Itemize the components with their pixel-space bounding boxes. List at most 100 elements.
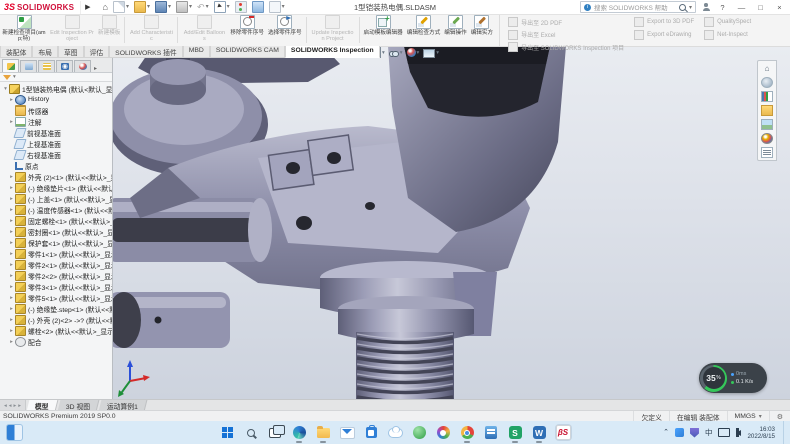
s-app[interactable]: S <box>508 425 523 440</box>
hide-show-items-button[interactable]: ▾ <box>389 49 403 57</box>
tab-layout[interactable]: 布局 <box>32 46 58 58</box>
file-explorer-tab[interactable] <box>761 105 773 116</box>
select-balloon-button[interactable]: 选择零件序号 <box>266 14 304 46</box>
tree-item-sensor-folder[interactable]: 传感器 <box>0 105 112 116</box>
add-edit-balloons-button[interactable]: Add/Edit Balloons <box>180 14 228 46</box>
file-explorer-app[interactable] <box>316 425 331 440</box>
start-button[interactable] <box>220 425 235 440</box>
export-2d-pdf-button[interactable]: 导出至 2D PDF <box>508 17 624 27</box>
tree-item-component[interactable]: ▸密封圈<1> (默认<<默认>_显示状态 <box>0 226 112 237</box>
minimize-button[interactable]: — <box>735 3 748 12</box>
display-manager-tab[interactable] <box>74 60 91 72</box>
onedrive-app[interactable] <box>388 425 403 440</box>
search-icon[interactable] <box>679 4 686 11</box>
custom-properties-tab[interactable] <box>761 147 773 158</box>
tree-item-component[interactable]: ▸保护套<1> (默认<<默认>_显示状态 <box>0 237 112 248</box>
graphics-viewport[interactable]: ▾ ↶ ▾ ▾ ▾ ▾ ▾ ▾ ⌂ 35% 0ms 0.1 K/s <box>0 46 790 399</box>
task-view-button[interactable] <box>268 425 283 440</box>
design-library-tab[interactable] <box>761 91 773 102</box>
mail-app[interactable] <box>340 425 355 440</box>
options-button[interactable]: ▾ <box>269 1 285 13</box>
tree-item-top-plane[interactable]: 上视基准面 <box>0 138 112 149</box>
tree-item-component[interactable]: ▸外壳 (2)<1> (默认<<默认>_显示状态 <box>0 171 112 182</box>
tree-item-component[interactable]: ▸(-) 绝缘垫片<1> (默认<<默认>_显 <box>0 182 112 193</box>
tab-solidworks-inspection[interactable]: SOLIDWORKS Inspection <box>285 46 380 58</box>
3d-model[interactable] <box>108 46 790 399</box>
add-characteristic-button[interactable]: Add Characteristic <box>127 14 175 46</box>
show-desktop-button[interactable] <box>783 421 786 444</box>
edit-appearance-button[interactable]: ▾ <box>407 48 420 57</box>
new-document-button[interactable]: ▾ <box>113 1 129 13</box>
tree-item-annotations[interactable]: ▸注解 <box>0 116 112 127</box>
tab-solidworks-cam[interactable]: SOLIDWORKS CAM <box>210 46 285 58</box>
store-app[interactable] <box>364 425 379 440</box>
remote-overlay-widget[interactable]: 35% 0ms 0.1 K/s <box>699 363 767 393</box>
clock[interactable]: 16:03 2022/8/15 <box>747 426 775 440</box>
export-inspection-project-button[interactable]: 导出至 SOLIDWORKS Inspection 项目 <box>508 42 624 52</box>
feature-manager-tab[interactable] <box>2 59 19 72</box>
tree-item-right-plane[interactable]: 右视基准面 <box>0 149 112 160</box>
reader-app[interactable] <box>484 425 499 440</box>
tree-item-component[interactable]: ▸固定螺栓<1> (默认<<默认>_显示状 <box>0 215 112 226</box>
widgets-icon[interactable] <box>6 424 23 441</box>
dimxpert-manager-tab[interactable] <box>56 60 73 72</box>
qualityspect-button[interactable]: QualitySpect <box>704 17 751 27</box>
tab-overflow-arrow[interactable]: ▸ <box>94 65 97 72</box>
display-settings-button[interactable] <box>252 1 264 13</box>
wps-app[interactable]: W <box>532 425 547 440</box>
view-palette-tab[interactable] <box>761 119 773 130</box>
launch-template-editor-button[interactable]: 启动模板编辑器 <box>362 14 405 46</box>
remove-balloon-button[interactable]: 移除零件序号 <box>228 14 266 46</box>
export-edrawing-button[interactable]: Export eDrawing <box>634 30 694 40</box>
rebuild-button[interactable] <box>235 1 247 13</box>
tab-sketch[interactable]: 草图 <box>58 46 84 58</box>
green-app[interactable] <box>412 425 427 440</box>
tree-item-front-plane[interactable]: 前视基准面 <box>0 127 112 138</box>
user-account-icon[interactable] <box>702 3 710 11</box>
net-inspect-button[interactable]: Net-Inspect <box>704 30 751 40</box>
taskbar-search-button[interactable] <box>244 425 259 440</box>
tree-item-component[interactable]: ▸零件5<1> (默认<<默认>_显示状态 <box>0 292 112 303</box>
close-button[interactable]: × <box>773 3 786 12</box>
property-manager-tab[interactable] <box>20 60 37 72</box>
export-3d-pdf-button[interactable]: Export to 3D PDF <box>634 17 694 27</box>
tree-item-component[interactable]: ▸螺栓<2> (默认<<默认>_显示状态 <box>0 325 112 336</box>
tree-item-mates[interactable]: ▸配合 <box>0 336 112 347</box>
tree-item-component[interactable]: ▸(-) 绝缘垫.step<1> (默认<<默认> <box>0 303 112 314</box>
appearances-scenes-tab[interactable] <box>761 133 773 144</box>
tree-item-history[interactable]: ▸History <box>0 94 112 105</box>
tab-assembly[interactable]: 装配体 <box>0 46 32 58</box>
tray-app-icon[interactable] <box>675 428 684 437</box>
open-button[interactable]: ▾ <box>134 1 150 13</box>
tree-item-component[interactable]: ▸零件2<1> (默认<<默认>_显示状态 <box>0 259 112 270</box>
tree-item-component[interactable]: ▸零件1<1> (默认<<默认>_显示状态 <box>0 248 112 259</box>
solidworks-resources-tab[interactable] <box>761 77 773 88</box>
hidden-icons-chevron[interactable]: ⌃ <box>663 428 669 436</box>
edit-inspection-project-button[interactable]: Edit Inspection Project <box>48 14 96 46</box>
export-excel-button[interactable]: 导出至 Excel <box>508 30 624 40</box>
help-button[interactable]: ? <box>716 3 729 12</box>
tab-addins[interactable]: SOLIDWORKS 插件 <box>109 46 183 58</box>
tree-item-component[interactable]: ▸(-) 上盖<1> (默认<<默认>_显示状 <box>0 193 112 204</box>
edit-operations-button[interactable]: 编辑操作 <box>442 14 468 46</box>
configuration-manager-tab[interactable] <box>38 60 55 72</box>
select-button[interactable]: ▾ <box>214 1 230 13</box>
photos-app[interactable] <box>436 425 451 440</box>
apply-scene-button[interactable]: ▾ <box>423 48 439 58</box>
home-button[interactable]: ⌂ <box>103 2 108 12</box>
menu-flyout-arrow[interactable]: ▶ <box>85 3 90 11</box>
restore-button[interactable]: □ <box>754 3 767 12</box>
edge-app[interactable] <box>292 425 307 440</box>
new-inspection-project-button[interactable]: 新建检查项目(amp;特) <box>0 14 48 46</box>
task-pane-home-tab[interactable]: ⌂ <box>761 63 773 74</box>
filter-funnel-icon[interactable] <box>3 75 11 80</box>
tree-item-component[interactable]: ▸(-) 外壳 (2)<2> ->? (默认<<默认> <box>0 314 112 325</box>
cast-display-icon[interactable] <box>718 428 730 437</box>
undo-button[interactable]: ↶▾ <box>197 2 209 12</box>
security-shield-icon[interactable] <box>690 428 699 438</box>
update-inspection-project-button[interactable]: Update Inspection Project <box>309 14 357 46</box>
chrome-app[interactable] <box>460 425 475 440</box>
tree-item-component[interactable]: ▸零件3<1> (默认<<默认>_显示状态 <box>0 281 112 292</box>
print-button[interactable]: ▾ <box>176 1 192 13</box>
tree-item-component[interactable]: ▸零件2<2> (默认<<默认>_显示状态 <box>0 270 112 281</box>
